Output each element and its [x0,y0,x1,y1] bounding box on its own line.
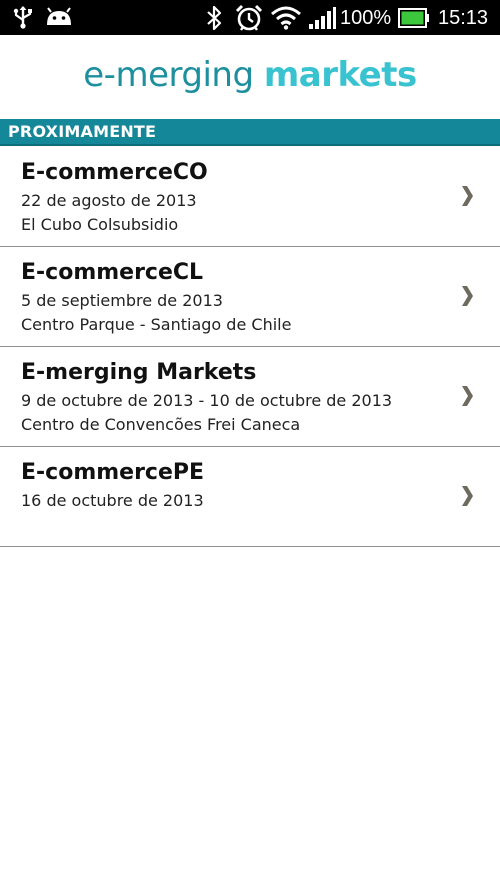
event-venue: Centro de Convencões Frei Caneca [21,415,301,434]
battery-percent: 100% [340,7,392,29]
status-bar: 100% 15:13 [0,0,500,35]
event-date: 5 de septiembre de 2013 [21,291,223,310]
section-header: PROXIMAMENTE [0,119,500,146]
usb-icon [12,5,34,33]
android-icon [45,7,73,31]
event-venue: El Cubo Colsubsidio [21,215,179,234]
alarm-icon [235,4,263,36]
bluetooth-icon [205,5,223,35]
event-row[interactable]: E-commerceCO 22 de agosto de 2013 El Cub… [0,147,500,247]
clock-time: 15:13 [438,7,489,29]
event-date: 22 de agosto de 2013 [21,191,197,210]
chevron-right-icon [462,286,473,306]
event-row[interactable]: E-commercePE 16 de octubre de 2013 [0,447,500,547]
battery-icon [398,8,430,32]
chevron-right-icon [462,186,473,206]
event-date: 9 de octubre de 2013 - 10 de octubre de … [21,391,393,410]
chevron-right-icon [462,486,473,506]
event-title: E-commercePE [21,460,205,485]
app-logo: e-merging markets [0,53,500,97]
event-venue: Centro Parque - Santiago de Chile [21,315,292,334]
chevron-right-icon [462,386,473,406]
logo-part-emerging: e-merging [83,55,254,95]
logo-part-markets: markets [263,55,417,95]
event-date: 16 de octubre de 2013 [21,491,204,510]
event-title: E-commerceCL [21,260,204,285]
event-title: E-merging Markets [21,360,257,385]
event-row[interactable]: E-commerceCL 5 de septiembre de 2013 Cen… [0,247,500,347]
signal-icon [308,6,336,34]
events-list: E-commerceCO 22 de agosto de 2013 El Cub… [0,147,500,547]
wifi-icon [270,6,302,34]
section-title: PROXIMAMENTE [8,122,157,141]
event-row[interactable]: E-merging Markets 9 de octubre de 2013 -… [0,347,500,447]
event-title: E-commerceCO [21,160,208,185]
app-header: e-merging markets [0,35,500,119]
